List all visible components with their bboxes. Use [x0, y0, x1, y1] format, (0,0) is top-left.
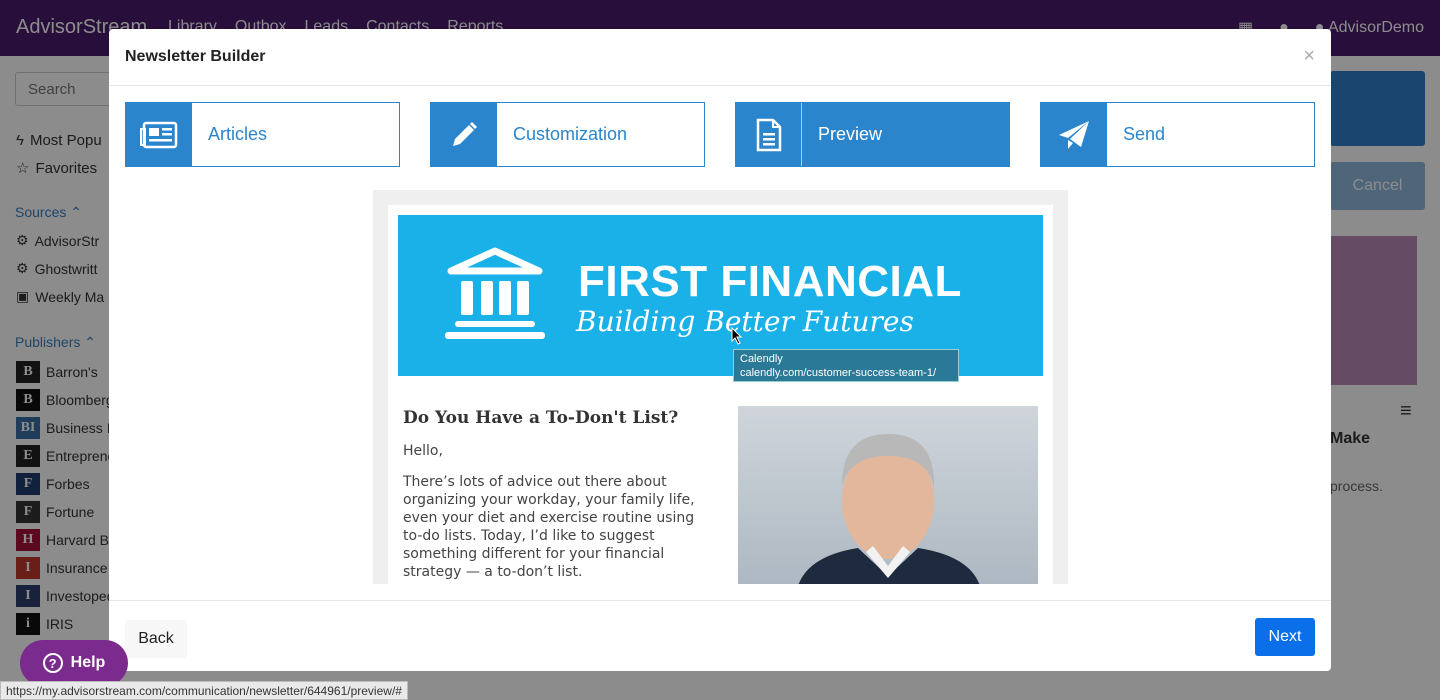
step-label: Articles — [208, 124, 268, 144]
bank-building-icon — [445, 247, 545, 339]
modal-footer: Back Next — [109, 600, 1331, 671]
close-icon[interactable]: × — [1303, 45, 1315, 68]
pencil-icon — [431, 103, 497, 166]
newsletter-body: FIRST FINANCIAL Building Better Futures … — [388, 205, 1053, 584]
step-label: Send — [1123, 124, 1166, 144]
next-button[interactable]: Next — [1255, 618, 1315, 656]
newsletter-preview[interactable]: FIRST FINANCIAL Building Better Futures … — [373, 190, 1068, 584]
modal-header: Newsletter Builder × — [109, 29, 1331, 86]
article-title[interactable]: Do You Have a To-Don't List? — [403, 408, 678, 428]
step-label: Customization — [513, 124, 628, 144]
back-button[interactable]: Back — [125, 620, 187, 658]
help-label: Help — [70, 654, 106, 671]
step-articles[interactable]: Articles — [125, 102, 400, 167]
help-button[interactable]: ? Help — [20, 640, 128, 686]
question-icon: ? — [42, 653, 63, 673]
article-body: There’s lots of advice out there about o… — [403, 474, 695, 580]
article-photo[interactable] — [738, 406, 1038, 584]
step-label: Preview — [818, 124, 883, 144]
mouse-cursor-icon — [731, 327, 743, 345]
document-icon — [736, 103, 802, 166]
banner-subtitle: Building Better Futures — [576, 305, 914, 338]
browser-status-bar: https://my.advisorstream.com/communicati… — [0, 681, 408, 700]
paper-plane-icon — [1041, 103, 1107, 166]
newspaper-icon — [126, 103, 192, 166]
tooltip-title: Calendly — [740, 353, 783, 365]
greeting-text: Hello, — [403, 443, 443, 459]
tooltip-url: calendly.com/customer-success-team-1/ — [740, 367, 937, 379]
modal-title: Newsletter Builder — [125, 48, 266, 65]
step-preview[interactable]: Preview — [735, 102, 1010, 167]
banner-title: FIRST FINANCIAL — [578, 257, 962, 306]
step-customization[interactable]: Customization — [430, 102, 705, 167]
newsletter-builder-modal: Newsletter Builder × Articles Customizat… — [109, 29, 1331, 671]
step-send[interactable]: Send — [1040, 102, 1315, 167]
link-tooltip: Calendly calendly.com/customer-success-t… — [733, 349, 959, 382]
